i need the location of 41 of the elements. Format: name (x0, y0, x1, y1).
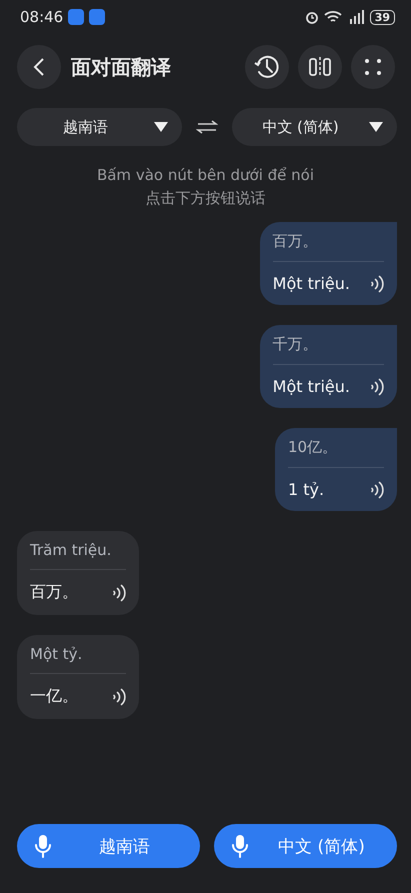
swap-icon[interactable] (196, 120, 218, 134)
speaker-icon[interactable] (112, 688, 126, 706)
history-button[interactable] (245, 45, 289, 89)
speaker-icon[interactable] (370, 480, 384, 498)
speaker-icon[interactable] (370, 378, 384, 396)
source-language-dropdown[interactable]: 越南语 (17, 108, 182, 146)
speak-button[interactable]: 越南语 (17, 824, 200, 868)
translation-text: 1 tỷ. (288, 480, 324, 499)
more-button[interactable] (351, 45, 395, 89)
dropdown-caret-icon (154, 122, 168, 132)
wifi-icon (324, 10, 342, 24)
app-notification-icon (68, 9, 84, 25)
page-title: 面对面翻译 (71, 54, 172, 80)
microphone-icon (231, 834, 249, 858)
more-icon (364, 58, 382, 76)
speaker-icon[interactable] (112, 584, 126, 602)
hint-text: Bấm vào nút bên dưới để nói (96, 165, 316, 186)
split-view-button[interactable] (298, 45, 342, 89)
original-text: 千万。 (272, 335, 384, 365)
translation-text: Một triệu. (272, 377, 350, 396)
split-view-icon (308, 56, 332, 78)
microphone-icon (34, 834, 52, 858)
back-button[interactable] (17, 45, 61, 89)
hint-text: 点击下方按钮说话 (144, 188, 266, 209)
dropdown-caret-icon (369, 122, 383, 132)
back-icon (33, 57, 45, 77)
target-language-dropdown[interactable]: 中文 (简体) (232, 108, 397, 146)
original-text: 百万。 (272, 232, 384, 262)
battery-level: 39 (370, 10, 395, 24)
app-notification-icon (89, 9, 106, 25)
original-text: Trăm triệu. (30, 541, 126, 570)
original-text: 10亿。 (288, 438, 384, 468)
original-text: Một tỷ. (30, 645, 126, 674)
history-icon (254, 54, 280, 80)
translation-text: Một triệu. (272, 274, 350, 293)
speak-button[interactable]: 中文 (简体) (214, 824, 397, 868)
alarm-icon (304, 10, 319, 24)
speaker-icon[interactable] (370, 274, 384, 292)
translation-text: 一亿。 (30, 686, 78, 707)
status-time: 08:46 (20, 8, 64, 26)
translation-text: 百万。 (30, 582, 78, 603)
